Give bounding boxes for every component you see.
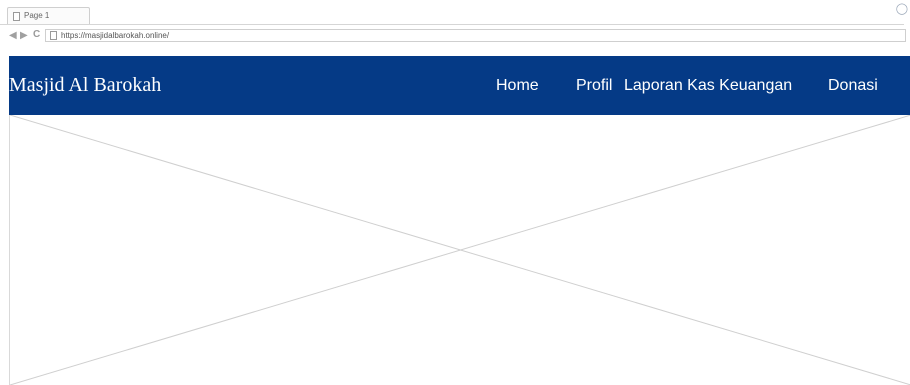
- placeholder-cross: [10, 115, 910, 385]
- tab-title: Page 1: [24, 11, 50, 20]
- browser-tab[interactable]: Page 1: [7, 7, 90, 25]
- address-bar[interactable]: https://masjidalbarokah.online/: [45, 29, 906, 42]
- nav-link-laporan-kas-keuangan[interactable]: Laporan Kas Keuangan: [624, 77, 792, 95]
- search-icon[interactable]: ◯: [896, 2, 908, 15]
- nav-link-donasi[interactable]: Donasi: [828, 77, 878, 95]
- nav-link-profil[interactable]: Profil: [576, 77, 612, 95]
- page-icon: [13, 12, 20, 21]
- page-icon: [50, 31, 57, 40]
- url-text[interactable]: https://masjidalbarokah.online/: [61, 30, 169, 41]
- nav-link-home[interactable]: Home: [496, 77, 539, 95]
- hero-image-placeholder: [9, 115, 910, 385]
- reload-icon[interactable]: C: [33, 29, 40, 41]
- forward-arrow-icon[interactable]: ▶: [20, 30, 28, 42]
- site-title[interactable]: Masjid Al Barokah: [9, 74, 161, 97]
- browser-toolbar: ◀ ▶ C https://masjidalbarokah.online/: [0, 28, 910, 44]
- back-arrow-icon[interactable]: ◀: [9, 30, 17, 42]
- browser-chrome: Page 1 ◯ ◀ ▶ C https://masjidalbarokah.o…: [0, 0, 910, 44]
- site-header: Masjid Al Barokah Home Profil Laporan Ka…: [9, 56, 910, 115]
- tab-strip-divider: [0, 24, 904, 25]
